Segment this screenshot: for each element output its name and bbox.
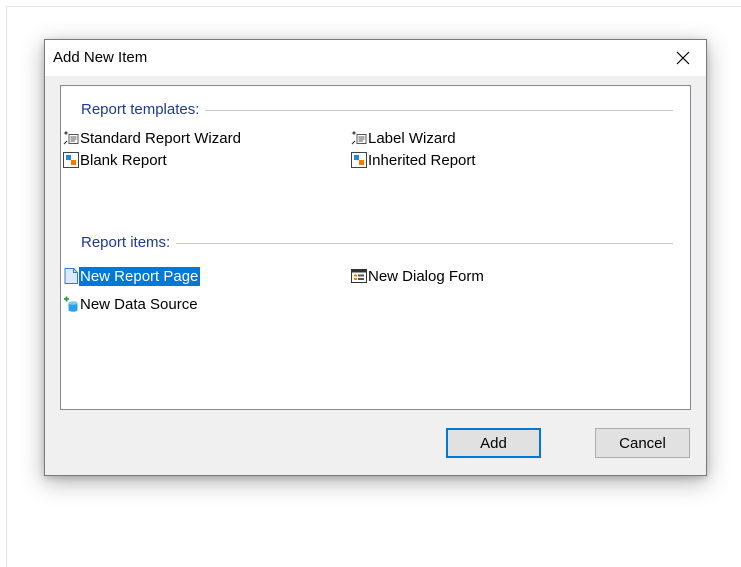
cancel-button[interactable]: Cancel [595,428,690,458]
list-item-label: Blank Report [80,151,167,169]
group-title: Report items: [81,233,171,251]
list-item-label: New Dialog Form [368,267,484,285]
group-header-report-templates: Report templates: [81,99,673,119]
close-button[interactable] [660,40,706,76]
close-icon [676,51,690,65]
add-button[interactable]: Add [446,428,541,458]
list-item-label: New Data Source [80,295,198,313]
list-item-new-report-page[interactable]: New Report Page [63,266,201,286]
list-item-label: Standard Report Wizard [80,129,241,147]
group-divider [176,242,673,244]
dialog-form-icon [351,269,367,283]
dialog-titlebar: Add New Item [45,40,706,76]
add-new-item-dialog: Add New Item Report templates: Standard … [44,39,707,476]
group-divider [205,109,673,111]
list-item-label: New Report Page [79,266,201,286]
wizard-icon [351,130,367,145]
wizard-icon [63,130,79,145]
list-item-label: Label Wizard [368,129,456,147]
group-title: Report templates: [81,100,200,118]
list-item-inherited-report[interactable]: Inherited Report [351,150,478,170]
add-data-source-icon [64,296,78,312]
list-item-blank-report[interactable]: Blank Report [63,150,169,170]
item-list[interactable]: Report templates: Standard Report Wizard [60,85,691,410]
report-icon [63,152,79,168]
group-header-report-items: Report items: [81,232,673,252]
list-item-standard-report-wizard[interactable]: Standard Report Wizard [63,128,243,148]
list-item-label-wizard[interactable]: Label Wizard [351,128,458,148]
report-icon [351,152,367,168]
list-item-new-dialog-form[interactable]: New Dialog Form [351,266,486,286]
page-icon [64,268,78,284]
list-item-label: Inherited Report [368,151,476,169]
dialog-title: Add New Item [53,49,148,66]
list-item-new-data-source[interactable]: New Data Source [63,294,200,314]
